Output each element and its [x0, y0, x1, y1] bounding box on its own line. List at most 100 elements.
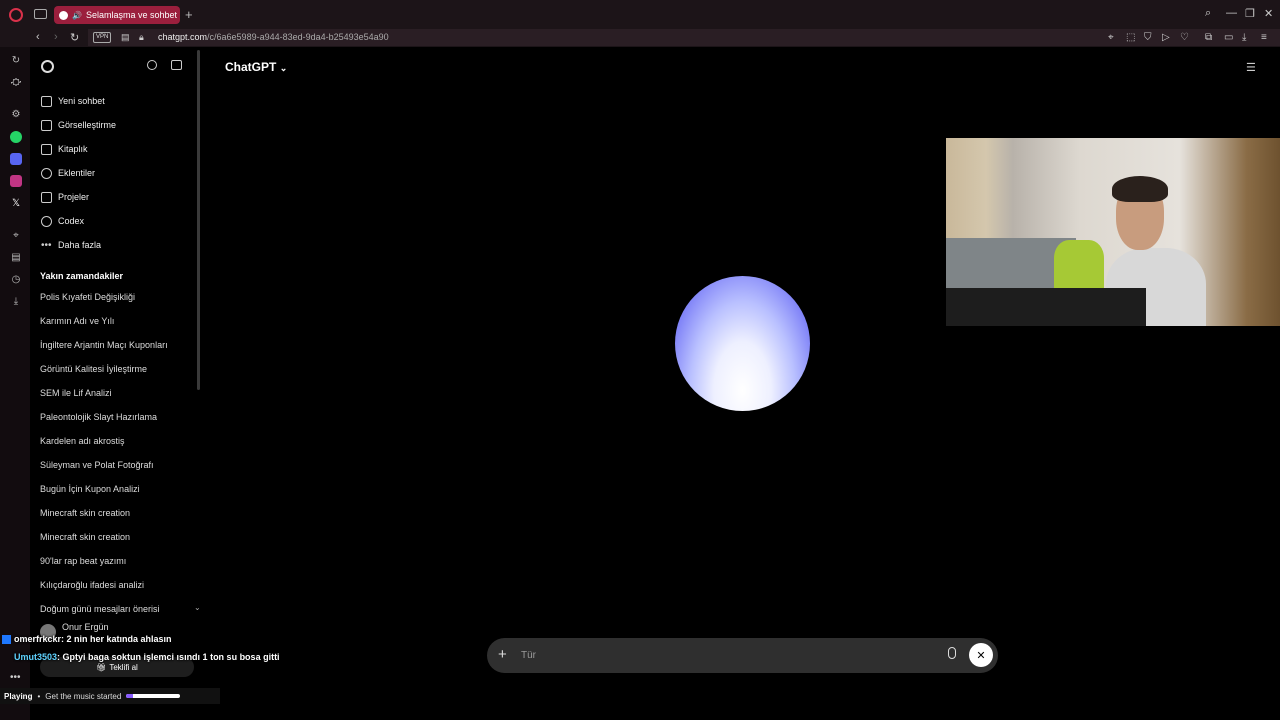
- history-item[interactable]: 90'lar rap beat yazımı: [40, 556, 126, 566]
- sidebar-scrollbar[interactable]: [197, 50, 200, 390]
- x-icon[interactable]: 𝕏: [10, 197, 22, 209]
- nav-projects[interactable]: Projeler: [41, 189, 89, 205]
- sidebar-toggle-icon[interactable]: [171, 60, 182, 70]
- search-tabs-icon[interactable]: ⌕: [1205, 7, 1211, 20]
- chatgpt-favicon-icon: [59, 10, 68, 20]
- tabs-icon[interactable]: ▤: [10, 251, 22, 263]
- history-item[interactable]: İngiltere Arjantin Maçı Kuponları: [40, 340, 168, 350]
- nav-images[interactable]: Görselleştirme: [41, 117, 116, 133]
- translate-icon[interactable]: ⛮: [10, 76, 22, 88]
- nav-label: Projeler: [58, 192, 90, 202]
- opera-logo-icon[interactable]: [9, 8, 23, 22]
- nav-library[interactable]: Kitaplık: [41, 141, 88, 157]
- new-tab-icon[interactable]: +: [185, 7, 193, 22]
- more-options-icon[interactable]: •••: [10, 672, 21, 683]
- shield-icon[interactable]: ⛉: [1144, 32, 1152, 43]
- history-item[interactable]: Kılıçdaroğlu ifadesi analizi: [40, 580, 144, 590]
- heart-icon[interactable]: ♡: [1180, 32, 1189, 43]
- browser-tab[interactable]: 🔊 Selamlaşma ve sohbet: [54, 6, 180, 24]
- nav-label: Yeni sohbet: [58, 96, 105, 106]
- search-icon[interactable]: [147, 60, 157, 70]
- reload-icon[interactable]: ↻: [70, 31, 79, 44]
- composer: + Tür ✕: [487, 638, 998, 673]
- pin-icon[interactable]: ⌖: [1108, 32, 1114, 43]
- recent-section-title: Yakın zamandakiler: [40, 271, 124, 281]
- model-selector[interactable]: ChatGPT ⌄: [225, 60, 287, 74]
- restore-icon[interactable]: ❐: [1245, 7, 1255, 20]
- vpn-badge[interactable]: VPN: [93, 32, 112, 43]
- history-item[interactable]: SEM ile Lif Analizi: [40, 388, 112, 398]
- history-item[interactable]: Minecraft skin creation: [40, 532, 130, 542]
- microphone-icon[interactable]: [948, 647, 956, 659]
- forward-icon[interactable]: ›: [54, 31, 58, 43]
- wallet-icon[interactable]: ▭: [1224, 32, 1233, 43]
- lock-icon[interactable]: 🔒︎: [139, 32, 144, 43]
- speaker-icon[interactable]: 🔊: [72, 11, 82, 20]
- history-item[interactable]: Süleyman ve Polat Fotoğrafı: [40, 460, 154, 470]
- history-icon[interactable]: ◷: [10, 273, 22, 285]
- history-item[interactable]: Polis Kıyafeti Değişikliği: [40, 292, 135, 302]
- codex-icon: [41, 215, 52, 227]
- openai-logo-icon[interactable]: [41, 60, 54, 73]
- extensions-icon[interactable]: ⧉: [1205, 32, 1212, 43]
- nav-label: Daha fazla: [58, 240, 102, 250]
- url-text[interactable]: chatgpt.com/c/6a6e5989-a944-83ed-9da4-b2…: [158, 32, 389, 42]
- chat-message: Umut3503: Gptyi baga soktun işlemci ısın…: [2, 652, 280, 662]
- composer-input[interactable]: Tür: [521, 650, 536, 661]
- more-icon: •••: [41, 239, 52, 251]
- discord-icon[interactable]: [10, 153, 22, 165]
- download-icon[interactable]: ⤓: [1242, 32, 1246, 43]
- separator-dot: •: [37, 691, 41, 701]
- folder-icon: [41, 191, 52, 203]
- back-icon[interactable]: ‹: [36, 31, 40, 43]
- music-status: Playing: [4, 691, 33, 701]
- pinboard-icon[interactable]: ⌖: [10, 229, 22, 241]
- workspaces-icon[interactable]: [34, 9, 47, 19]
- nav-label: Eklentiler: [58, 168, 96, 178]
- minimize-icon[interactable]: —: [1226, 7, 1237, 19]
- chatgpt-sidebar: Yeni sohbet Görselleştirme Kitaplık Ekle…: [30, 47, 205, 720]
- scroll-down-icon[interactable]: ⌄: [194, 603, 201, 612]
- url-path: /c/6a6e5989-a944-83ed-9da4-b25493e54a90: [207, 32, 389, 42]
- history-item[interactable]: Paleontolojik Slayt Hazırlama: [40, 412, 157, 422]
- instagram-icon[interactable]: [10, 175, 22, 187]
- menu-icon[interactable]: ≡: [1261, 32, 1267, 43]
- history-item[interactable]: Bugün İçin Kupon Analizi: [40, 484, 140, 494]
- history-item[interactable]: Kardelen adı akrostiş: [40, 436, 125, 446]
- chat-text: : 2 nin her katında ahlasın: [61, 634, 172, 644]
- tab-title: Selamlaşma ve sohbet: [85, 10, 178, 20]
- chat-badge-icon: [2, 635, 11, 645]
- library-icon: [41, 143, 52, 155]
- snapshot-icon[interactable]: ⬚: [1126, 32, 1135, 43]
- history-item[interactable]: Doğum günü mesajları önerisi: [40, 604, 160, 614]
- page-icon[interactable]: ▤: [121, 32, 130, 43]
- play-icon[interactable]: ▷: [1162, 32, 1170, 43]
- add-attachment-icon[interactable]: +: [498, 646, 507, 663]
- close-window-icon[interactable]: ✕: [1264, 7, 1273, 20]
- webcam-person-hair: [1112, 176, 1168, 202]
- music-progress-fill: [126, 694, 133, 698]
- nav-codex[interactable]: Codex: [41, 213, 84, 229]
- nav-label: Görselleştirme: [58, 120, 117, 130]
- url-host: chatgpt.com: [158, 32, 208, 42]
- user-name: Onur Ergün: [62, 622, 109, 632]
- downloads-icon[interactable]: ⤓: [10, 295, 22, 307]
- settings-sliders-icon[interactable]: ☰: [1246, 61, 1256, 74]
- close-icon: ✕: [976, 649, 986, 662]
- history-item[interactable]: Minecraft skin creation: [40, 508, 130, 518]
- chatgpt-app-icon[interactable]: ⚙: [10, 108, 22, 120]
- nav-more[interactable]: ••• Daha fazla: [41, 237, 101, 253]
- whatsapp-icon[interactable]: [10, 131, 22, 143]
- music-progress-bar: [126, 694, 181, 698]
- history-item[interactable]: Karımın Adı ve Yılı: [40, 316, 114, 326]
- webcam-overlay: [946, 138, 1280, 326]
- nav-label: Codex: [58, 216, 85, 226]
- chat-text: : Gptyi baga soktun işlemci ısındı 1 ton…: [57, 652, 280, 662]
- nav-plugins[interactable]: Eklentiler: [41, 165, 95, 181]
- history-item[interactable]: Görüntü Kalitesi İyileştirme: [40, 364, 147, 374]
- aria-icon[interactable]: ↻: [10, 54, 22, 66]
- chat-message: omerfrkckr: 2 nin her katında ahlasın: [2, 634, 172, 645]
- end-voice-button[interactable]: ✕: [969, 643, 993, 667]
- gift-icon: 🎁︎: [96, 662, 107, 672]
- nav-new-chat[interactable]: Yeni sohbet: [41, 93, 105, 109]
